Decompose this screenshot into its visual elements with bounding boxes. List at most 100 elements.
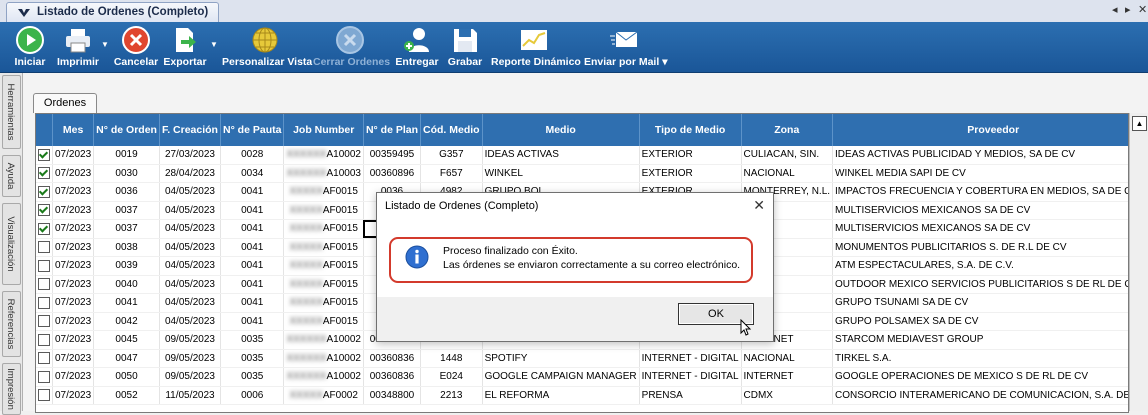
table-cell-orden[interactable]: 0030: [93, 164, 160, 183]
table-cell-fecha[interactable]: 04/05/2023: [159, 182, 221, 202]
table-cell-mes[interactable]: 07/2023: [52, 146, 95, 165]
table-cell-proveedor[interactable]: IMPACTOS FRECUENCIA Y COBERTURA EN MEDIO…: [832, 182, 1128, 202]
table-cell-fecha[interactable]: 27/03/2023: [159, 146, 221, 165]
table-cell-job[interactable]: XXXXXXA10002: [283, 349, 364, 368]
table-cell-fecha[interactable]: 09/05/2023: [159, 367, 221, 387]
table-cell-pauta[interactable]: 0041: [220, 275, 285, 294]
exportar-dropdown-icon[interactable]: ▼: [210, 40, 218, 49]
table-cell-tipo[interactable]: PRENSA: [639, 386, 742, 405]
table-cell-mes[interactable]: 07/2023: [52, 256, 95, 276]
table-cell-proveedor[interactable]: MONUMENTOS PUBLICITARIOS S. DE R.L DE CV: [832, 238, 1128, 257]
table-cell-orden[interactable]: 0047: [93, 349, 160, 368]
table-cell-fecha[interactable]: 11/05/2023: [159, 386, 221, 405]
table-cell-orden[interactable]: 0041: [93, 293, 160, 313]
table-cell-fecha[interactable]: 04/05/2023: [159, 312, 221, 331]
table-cell-plan[interactable]: 00348800: [363, 386, 422, 405]
table-cell-mes[interactable]: 07/2023: [52, 293, 95, 313]
row-checkbox[interactable]: [38, 352, 50, 365]
table-cell-proveedor[interactable]: GRUPO TSUNAMI SA DE CV: [832, 293, 1128, 313]
grabar-button[interactable]: Grabar: [445, 22, 485, 72]
table-cell-pauta[interactable]: 0041: [220, 219, 285, 239]
table-cell-proveedor[interactable]: CONSORCIO INTERAMERICANO DE COMUNICACION…: [832, 386, 1128, 405]
table-cell-pauta[interactable]: 0035: [220, 330, 285, 350]
table-cell-pauta[interactable]: 0035: [220, 349, 285, 368]
table-cell-cod[interactable]: 1448: [420, 349, 483, 368]
table-cell-proveedor[interactable]: ATM ESPECTACULARES, S.A. DE C.V.: [832, 256, 1128, 276]
column-header[interactable]: N° de Plan: [363, 114, 422, 146]
close-document-icon[interactable]: ✕: [1138, 3, 1147, 16]
table-cell-fecha[interactable]: 04/05/2023: [159, 256, 221, 276]
column-header[interactable]: Mes: [52, 114, 95, 146]
table-cell-pauta[interactable]: 0028: [220, 146, 285, 165]
row-checkbox[interactable]: [38, 370, 50, 383]
table-cell-proveedor[interactable]: GRUPO POLSAMEX SA DE CV: [832, 312, 1128, 331]
table-cell-zona[interactable]: INTERNET: [741, 367, 834, 387]
row-checkbox[interactable]: [38, 333, 50, 346]
table-row[interactable]: 07/2023 0047 09/05/2023 0035 XXXXXXA10002 003…: [36, 349, 1128, 368]
scroll-right-icon[interactable]: ▸: [1125, 3, 1131, 16]
column-header[interactable]: N° de Orden: [93, 114, 160, 146]
column-header[interactable]: Proveedor: [832, 114, 1128, 146]
table-cell-medio[interactable]: IDEAS ACTIVAS: [482, 146, 640, 165]
column-header[interactable]: Job Number: [283, 114, 364, 146]
column-header[interactable]: Medio: [482, 114, 640, 146]
table-cell-mes[interactable]: 07/2023: [52, 164, 95, 183]
table-cell-tipo[interactable]: EXTERIOR: [639, 164, 742, 183]
imprimir-button[interactable]: Imprimir: [56, 22, 100, 72]
table-cell-pauta[interactable]: 0041: [220, 312, 285, 331]
table-cell-tipo[interactable]: INTERNET - DIGITAL: [639, 367, 742, 387]
table-row[interactable]: 07/2023 0019 27/03/2023 0028 XXXXXXA10002 003…: [36, 146, 1128, 165]
side-tab-herramientas[interactable]: Herramientas: [2, 75, 21, 149]
row-checkbox[interactable]: [38, 185, 50, 198]
table-cell-plan[interactable]: 00360836: [363, 367, 422, 387]
table-cell-orden[interactable]: 0050: [93, 367, 160, 387]
table-cell-zona[interactable]: CULIACAN, SIN.: [741, 146, 834, 165]
table-cell-orden[interactable]: 0039: [93, 256, 160, 276]
table-cell-fecha[interactable]: 04/05/2023: [159, 275, 221, 294]
table-cell-fecha[interactable]: 09/05/2023: [159, 330, 221, 350]
table-cell-zona[interactable]: NACIONAL: [741, 349, 834, 368]
table-cell-mes[interactable]: 07/2023: [52, 219, 95, 239]
table-cell-proveedor[interactable]: MULTISERVICIOS MEXICANOS SA DE CV: [832, 219, 1128, 239]
column-header[interactable]: F. Creación: [159, 114, 221, 146]
table-cell-job[interactable]: XXXXXXA10002: [283, 330, 364, 350]
table-cell-medio[interactable]: EL REFORMA: [482, 386, 640, 405]
table-cell-orden[interactable]: 0019: [93, 146, 160, 165]
table-cell-job[interactable]: XXXXXXA10002: [283, 146, 364, 165]
scroll-left-icon[interactable]: ◂: [1112, 3, 1118, 16]
table-cell-pauta[interactable]: 0035: [220, 367, 285, 387]
table-cell-cod[interactable]: E024: [420, 367, 483, 387]
tab-ordenes[interactable]: Ordenes: [33, 93, 97, 113]
table-cell-pauta[interactable]: 0034: [220, 164, 285, 183]
reporte-dinamico-button[interactable]: Reporte Dinámico: [491, 22, 581, 72]
row-checkbox[interactable]: [38, 204, 50, 217]
table-cell-orden[interactable]: 0045: [93, 330, 160, 350]
table-cell-mes[interactable]: 07/2023: [52, 201, 95, 220]
table-row[interactable]: 07/2023 0050 09/05/2023 0035 XXXXXXA10002 003…: [36, 367, 1128, 387]
row-checkbox[interactable]: [38, 296, 50, 309]
row-checkbox[interactable]: [38, 259, 50, 272]
table-cell-orden[interactable]: 0036: [93, 182, 160, 202]
row-checkbox[interactable]: [38, 315, 50, 328]
table-cell-job[interactable]: XXXXXXA10002: [283, 367, 364, 387]
table-cell-mes[interactable]: 07/2023: [52, 349, 95, 368]
table-cell-orden[interactable]: 0040: [93, 275, 160, 294]
table-cell-orden[interactable]: 0042: [93, 312, 160, 331]
table-cell-pauta[interactable]: 0006: [220, 386, 285, 405]
table-cell-pauta[interactable]: 0041: [220, 256, 285, 276]
table-row[interactable]: 07/2023 0030 28/04/2023 0034 XXXXXXA10003 003…: [36, 164, 1128, 183]
table-cell-plan[interactable]: 00360896: [363, 164, 422, 183]
table-cell-job[interactable]: XXXXXAF0015: [283, 219, 364, 239]
table-cell-orden[interactable]: 0038: [93, 238, 160, 257]
table-cell-proveedor[interactable]: TIRKEL S.A.: [832, 349, 1128, 368]
table-cell-job[interactable]: XXXXXAF0015: [283, 293, 364, 313]
personalizar-vista-button[interactable]: Personalizar Vista: [222, 22, 312, 72]
table-cell-cod[interactable]: 2213: [420, 386, 483, 405]
side-tab-impresion[interactable]: Impresión: [2, 363, 21, 415]
table-cell-proveedor[interactable]: WINKEL MEDIA SAPI DE CV: [832, 164, 1128, 183]
table-cell-zona[interactable]: NACIONAL: [741, 164, 834, 183]
table-cell-orden[interactable]: 0052: [93, 386, 160, 405]
table-cell-mes[interactable]: 07/2023: [52, 330, 95, 350]
row-checkbox[interactable]: [38, 389, 50, 402]
table-cell-job[interactable]: XXXXXXA10003: [283, 164, 364, 183]
